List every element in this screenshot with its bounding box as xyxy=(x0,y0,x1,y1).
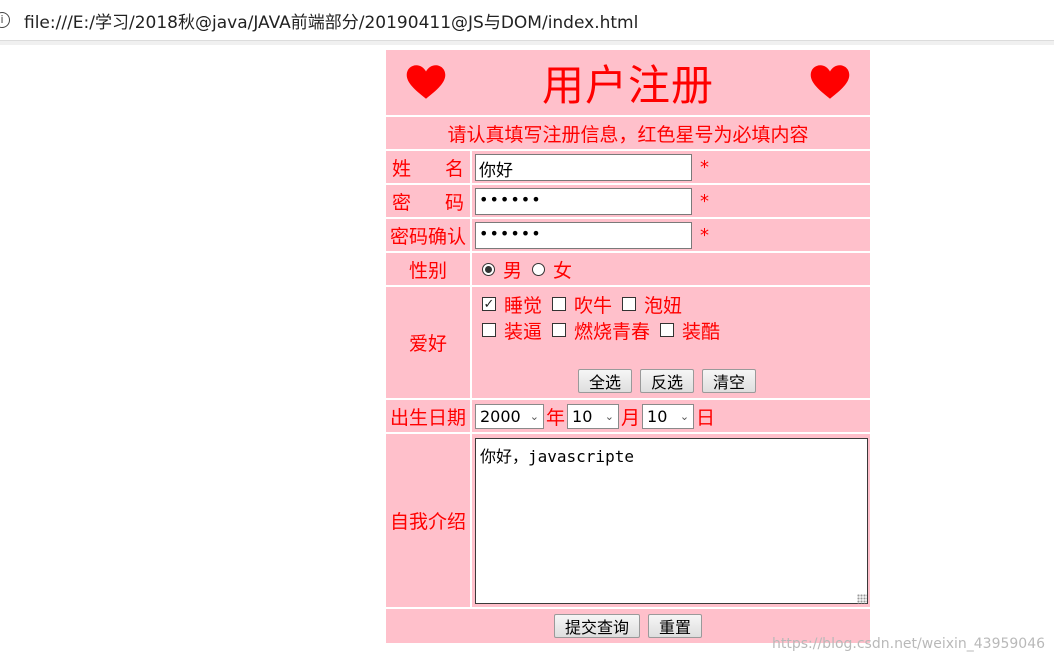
hobby-label: 睡觉 xyxy=(504,294,543,317)
gender-option-label: 女 xyxy=(553,259,573,282)
address-bar[interactable]: i file:///E:/学习/2018秋@java/JAVA前端部分/2019… xyxy=(0,0,1054,41)
hobby-label: 泡妞 xyxy=(644,294,683,317)
hobby-label: 燃烧青春 xyxy=(574,320,651,343)
heart-icon xyxy=(810,65,850,99)
name-label: 姓 名 xyxy=(391,157,479,180)
password-confirm-input[interactable]: •••••• xyxy=(475,221,692,249)
chevron-down-icon: ⌄ xyxy=(679,409,690,423)
birthday-label-cell: 出生日期 xyxy=(386,400,470,432)
hobby-checkbox-youth[interactable] xyxy=(552,323,567,337)
gender-radio-female[interactable] xyxy=(532,262,546,276)
intro-textarea-cell: 你好，javascripte xyxy=(472,434,870,607)
year-unit: 年 xyxy=(546,406,566,429)
gender-options-cell: 男 女 xyxy=(472,253,870,285)
select-all-button[interactable]: 全选 xyxy=(578,369,633,393)
clear-selection-button[interactable]: 清空 xyxy=(702,369,757,393)
birth-year-select[interactable]: 2000 ⌄ xyxy=(475,403,544,429)
hobbies-label: 爱好 xyxy=(408,333,447,355)
required-mark: * xyxy=(700,224,709,246)
month-unit: 月 xyxy=(621,406,641,429)
birth-month-value: 10 xyxy=(572,406,593,426)
info-icon[interactable]: i xyxy=(0,12,10,28)
form-header: 用户注册 xyxy=(386,50,870,115)
password-label-cell: 密 码 xyxy=(386,185,470,217)
intro-label-cell: 自我介绍 xyxy=(386,434,470,607)
hobby-label: 装酷 xyxy=(682,320,721,343)
intro-textarea[interactable]: 你好，javascripte xyxy=(475,438,868,604)
watermark: https://blog.csdn.net/weixin_43959046 xyxy=(772,636,1046,652)
subtitle-text: 请认真填写注册信息，红色星号为必填内容 xyxy=(447,123,809,146)
birth-year-value: 2000 xyxy=(480,406,521,426)
day-unit: 日 xyxy=(696,406,716,429)
gender-option-label: 男 xyxy=(503,259,523,282)
url-text[interactable]: file:///E:/学习/2018秋@java/JAVA前端部分/201904… xyxy=(24,8,638,33)
password-input-cell: •••••• * xyxy=(472,185,870,217)
name-input-cell: 你好 * xyxy=(472,151,870,183)
birthday-select-cell: 2000 ⌄ 年 10 ⌄ 月 10 ⌄ 日 xyxy=(472,400,870,432)
gender-label-cell: 性别 xyxy=(386,253,470,285)
heart-icon xyxy=(406,65,446,99)
hobby-checkbox-flirt[interactable] xyxy=(622,297,637,311)
password-confirm-input-cell: •••••• * xyxy=(472,219,870,251)
page-title: 用户注册 xyxy=(541,61,714,110)
required-mark: * xyxy=(700,156,709,178)
required-mark: * xyxy=(700,190,709,212)
birth-day-value: 10 xyxy=(647,406,668,426)
gender-label: 性别 xyxy=(408,259,447,282)
password-confirm-label-cell: 密码确认 xyxy=(386,219,470,251)
hobby-checkbox-brag[interactable] xyxy=(552,297,567,311)
gender-radio-male[interactable] xyxy=(482,262,495,276)
hobby-checkbox-sleep[interactable]: ✓ xyxy=(482,297,496,311)
toolbar-divider xyxy=(0,41,1054,45)
hobby-checkbox-show-off[interactable] xyxy=(482,323,496,337)
birth-month-select[interactable]: 10 ⌄ xyxy=(567,403,620,429)
reset-button[interactable]: 重置 xyxy=(648,614,703,638)
password-input[interactable]: •••••• xyxy=(475,187,692,215)
hobby-label: 装逼 xyxy=(504,320,543,343)
registration-form: 用户注册 请认真填写注册信息，红色星号为必填内容 姓 名 你好 * 密 码 ••… xyxy=(386,50,870,643)
hobbies-label-cell: 爱好 xyxy=(386,287,470,398)
hobby-label: 吹牛 xyxy=(574,294,613,317)
submit-button[interactable]: 提交查询 xyxy=(553,614,640,638)
resize-handle-icon[interactable] xyxy=(857,594,867,604)
birth-day-select[interactable]: 10 ⌄ xyxy=(642,403,695,429)
chevron-down-icon: ⌄ xyxy=(529,409,539,423)
password-label: 密 码 xyxy=(391,191,479,214)
name-input[interactable]: 你好 xyxy=(475,153,692,181)
form-subtitle: 请认真填写注册信息，红色星号为必填内容 xyxy=(386,117,870,149)
name-label-cell: 姓 名 xyxy=(386,151,470,183)
hobby-checkbox-cool[interactable] xyxy=(660,323,675,337)
invert-selection-button[interactable]: 反选 xyxy=(640,369,695,393)
intro-label: 自我介绍 xyxy=(389,511,466,533)
hobbies-options-cell: ✓ 睡觉 吹牛 泡妞 装逼 燃烧青春 装酷 全选 反选 清空 xyxy=(472,287,870,398)
birthday-label: 出生日期 xyxy=(389,406,466,429)
password-confirm-label: 密码确认 xyxy=(389,225,466,248)
chevron-down-icon: ⌄ xyxy=(604,409,615,423)
